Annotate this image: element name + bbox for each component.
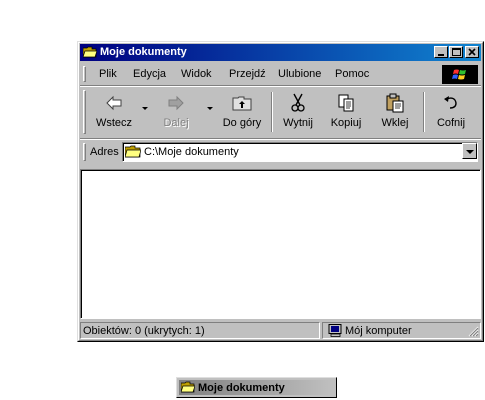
- paste-button[interactable]: Wklej: [375, 90, 415, 134]
- menu-widok[interactable]: Widok: [181, 67, 212, 81]
- toolbar-separator-2: [423, 92, 425, 132]
- status-pane-location: Mój komputer: [322, 322, 481, 339]
- undo-label: Cofnij: [436, 117, 466, 129]
- menu-przejdz[interactable]: Przejdź: [229, 67, 266, 81]
- forward-arrow-icon: [168, 95, 184, 111]
- forward-button[interactable]: Dalej: [152, 90, 200, 134]
- menu-plik[interactable]: Plik: [99, 67, 117, 81]
- minimize-button[interactable]: [434, 46, 448, 58]
- paste-clipboard-icon: [386, 93, 404, 113]
- address-bar: Adres C:\Moje dokumenty: [80, 140, 481, 164]
- minimized-title: Moje dokumenty: [198, 382, 285, 394]
- folder-up-icon: [232, 96, 252, 111]
- address-dropdown-button[interactable]: [462, 143, 477, 159]
- menu-pomoc[interactable]: Pomoc: [335, 67, 369, 81]
- minimized-window[interactable]: Moje dokumenty: [176, 377, 337, 398]
- status-location-text: Mój komputer: [345, 325, 412, 337]
- back-button[interactable]: Wstecz: [90, 90, 138, 134]
- folder-open-icon: [125, 145, 141, 158]
- folder-open-icon: [181, 381, 195, 393]
- address-combobox[interactable]: C:\Moje dokumenty: [122, 142, 478, 162]
- toolbar-separator: [271, 92, 273, 132]
- up-label: Do góry: [222, 117, 262, 129]
- copy-icon: [338, 94, 354, 112]
- title-bar[interactable]: Moje dokumenty: [80, 44, 481, 61]
- standard-toolbar: Wstecz Dalej Do góry Wytnij Kopiuj Wklej…: [80, 87, 481, 137]
- computer-icon: [328, 324, 342, 337]
- back-arrow-icon: [106, 95, 122, 111]
- status-bar: Obiektów: 0 (ukrytych: 1) Mój komputer: [80, 322, 481, 339]
- maximize-button[interactable]: [449, 46, 463, 58]
- cut-label: Wytnij: [283, 117, 313, 129]
- folder-content-area[interactable]: [80, 169, 481, 319]
- toolbar-grip[interactable]: [83, 90, 86, 134]
- minimize-icon: [438, 54, 444, 56]
- status-objects-text: Obiektów: 0 (ukrytych: 1): [83, 325, 205, 337]
- folder-open-icon: [83, 46, 97, 58]
- menu-bar: Plik Edycja Widok Przejdź Ulubione Pomoc: [80, 64, 481, 84]
- copy-label: Kopiuj: [330, 117, 362, 129]
- window-title: Moje dokumenty: [100, 46, 187, 58]
- copy-button[interactable]: Kopiuj: [326, 90, 366, 134]
- close-icon: [468, 48, 476, 56]
- undo-icon: [444, 96, 457, 109]
- cut-button[interactable]: Wytnij: [278, 90, 318, 134]
- close-button[interactable]: [465, 46, 479, 58]
- back-label: Wstecz: [95, 117, 133, 129]
- menu-ulubione[interactable]: Ulubione: [278, 67, 321, 81]
- windows-logo-icon: [442, 65, 478, 84]
- folder-content-inner: [81, 170, 480, 318]
- address-label: Adres: [90, 146, 119, 158]
- address-grip[interactable]: [83, 143, 86, 161]
- back-dropdown-icon[interactable]: [142, 107, 148, 110]
- undo-button[interactable]: Cofnij: [430, 90, 472, 134]
- status-pane-objects: Obiektów: 0 (ukrytych: 1): [80, 322, 320, 339]
- forward-dropdown-icon[interactable]: [207, 107, 213, 110]
- minimized-title-bar[interactable]: Moje dokumenty: [179, 380, 334, 395]
- explorer-window: Moje dokumenty Plik Edycja Widok Przejdź…: [77, 41, 484, 342]
- paste-label: Wklej: [381, 117, 409, 129]
- address-value[interactable]: C:\Moje dokumenty: [144, 145, 239, 159]
- forward-label: Dalej: [163, 117, 189, 129]
- menu-edycja[interactable]: Edycja: [133, 67, 166, 81]
- scissors-icon: [291, 93, 305, 112]
- maximize-icon: [452, 48, 461, 56]
- up-button[interactable]: Do góry: [218, 90, 266, 134]
- resize-grip-icon[interactable]: [467, 325, 479, 337]
- menu-grip[interactable]: [83, 66, 86, 82]
